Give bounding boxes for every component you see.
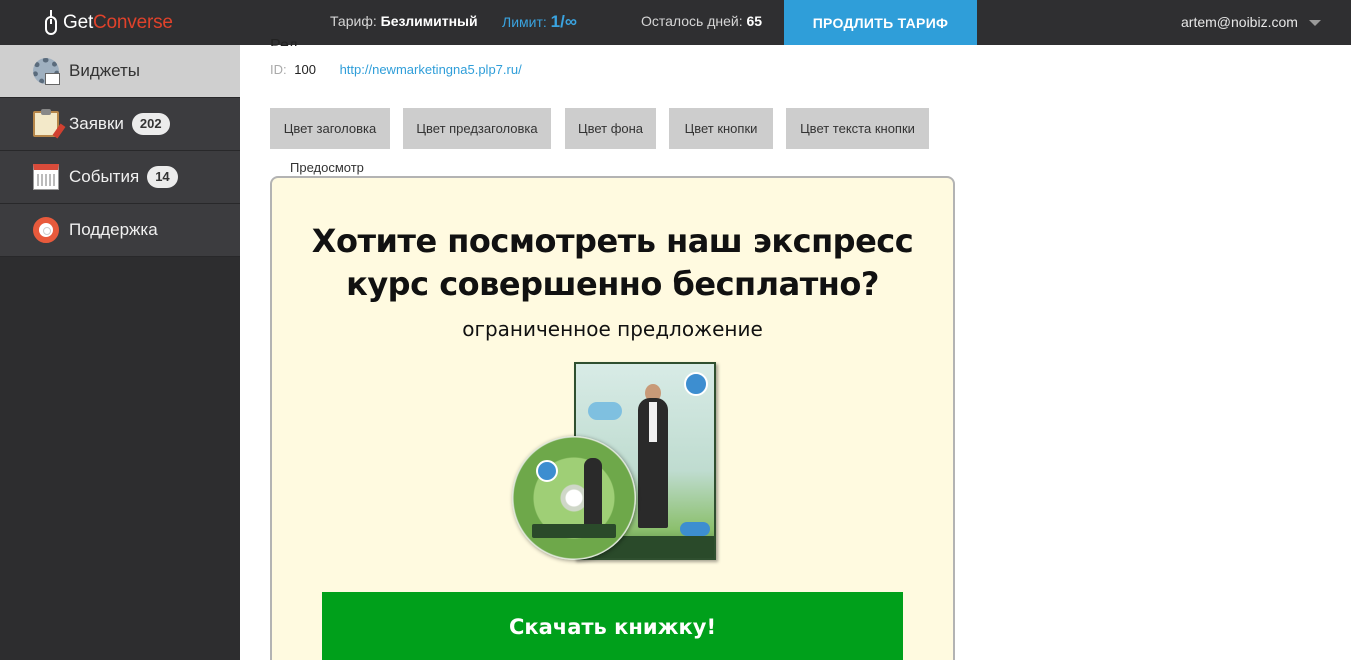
- account-email[interactable]: artem@noibiz.com: [1181, 14, 1298, 30]
- widget-meta: ID: 100 http://newmarketingna5.plp7.ru/: [270, 62, 522, 77]
- widget-url-link[interactable]: http://newmarketingna5.plp7.ru/: [340, 62, 522, 77]
- plan-info: Тариф: Безлимитный: [330, 13, 478, 29]
- plan-label: Тариф:: [330, 13, 377, 29]
- sidebar-item-requests[interactable]: Заявки 202: [0, 98, 240, 151]
- sidebar-item-events[interactable]: События 14: [0, 151, 240, 204]
- clipboard-icon: [33, 109, 59, 137]
- title-color-button[interactable]: Цвет заголовка: [270, 108, 390, 149]
- limit-info: Лимит: 1/∞: [502, 12, 577, 32]
- pretitle-color-button[interactable]: Цвет предзаголовка: [403, 108, 551, 149]
- widget-preview: Хотите посмотреть наш экспресс курс сове…: [270, 176, 955, 660]
- sidebar-item-label: Виджеты: [69, 61, 141, 80]
- chevron-down-icon[interactable]: [1309, 20, 1321, 26]
- sidebar-item-widgets[interactable]: Виджеты: [0, 45, 240, 98]
- sidebar-item-label: Заявки: [69, 114, 124, 133]
- dvd-product-image: [512, 362, 716, 562]
- limit-value: 1/∞: [550, 12, 577, 31]
- requests-count-badge: 202: [131, 113, 170, 135]
- plan-value: Безлимитный: [380, 13, 478, 29]
- background-color-button[interactable]: Цвет фона: [565, 108, 656, 149]
- preview-headline: Хотите посмотреть наш экспресс курс сове…: [311, 222, 914, 303]
- lifebuoy-icon: [33, 217, 59, 243]
- limit-label: Лимит:: [502, 14, 547, 30]
- preview-subheadline: ограниченное предложение: [462, 317, 763, 341]
- preview-label: Предосмотр: [290, 160, 364, 175]
- days-left-info: Осталось дней: 65: [641, 13, 762, 29]
- events-count-badge: 14: [147, 166, 178, 188]
- mouse-logo-icon: [42, 10, 60, 36]
- logo[interactable]: GetConverse: [42, 9, 173, 37]
- calendar-icon: [33, 164, 59, 190]
- sidebar: Виджеты Заявки 202 События 14 Поддержка: [0, 45, 240, 660]
- sidebar-item-support[interactable]: Поддержка: [0, 204, 240, 257]
- days-label: Осталось дней:: [641, 13, 743, 29]
- widget-id-value: 100: [294, 62, 316, 77]
- dvd-disc: [512, 436, 636, 560]
- button-text-color-button[interactable]: Цвет текста кнопки: [786, 108, 929, 149]
- download-book-button[interactable]: Скачать книжку!: [322, 592, 903, 660]
- top-bar: GetConverse Тариф: Безлимитный Лимит: 1/…: [0, 0, 1351, 45]
- sidebar-item-label: Поддержка: [69, 220, 158, 239]
- widget-id-label: ID:: [270, 62, 287, 77]
- logo-text: GetConverse: [63, 12, 173, 33]
- renew-plan-button[interactable]: ПРОДЛИТЬ ТАРИФ: [784, 0, 977, 45]
- days-value: 65: [746, 13, 763, 29]
- page-title: Ред: [270, 37, 298, 46]
- button-color-button[interactable]: Цвет кнопки: [669, 108, 773, 149]
- widgets-gear-icon: [33, 58, 60, 85]
- sidebar-item-label: События: [69, 167, 140, 186]
